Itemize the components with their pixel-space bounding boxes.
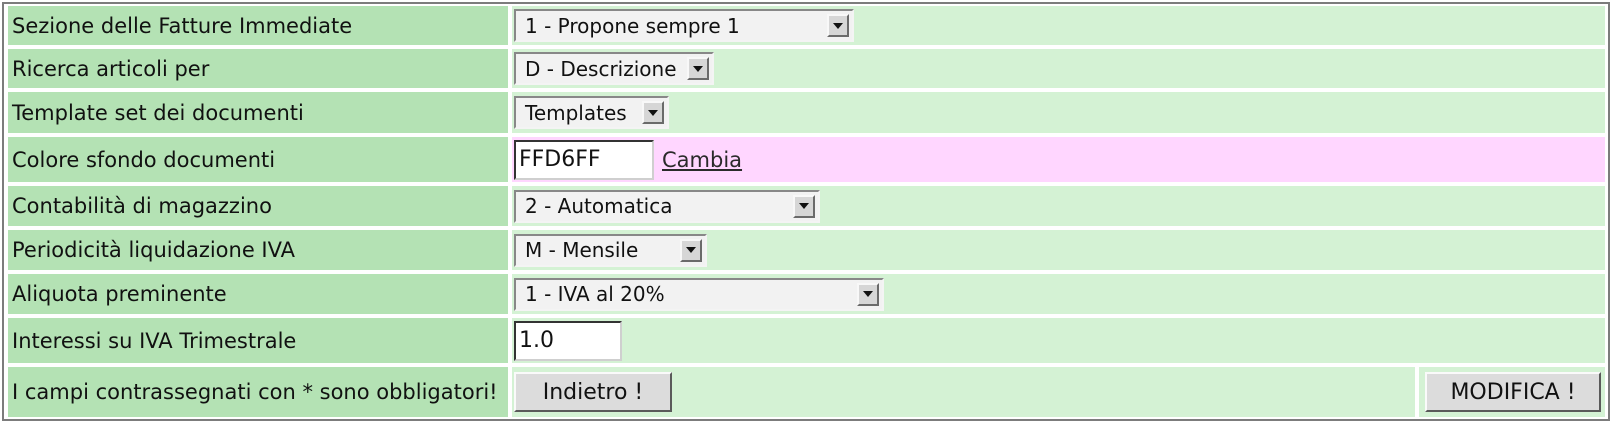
field-label: Contabilità di magazzino: [8, 186, 508, 226]
buttons-cell: Indietro ! MODIFICA !: [512, 367, 1605, 417]
form-footer-row: I campi contrassegnati con * sono obblig…: [8, 367, 1605, 417]
select-value: 1 - Propone sempre 1: [525, 13, 740, 38]
periodicita-iva-select[interactable]: M - Mensile: [514, 233, 707, 267]
chevron-down-icon[interactable]: [857, 282, 879, 306]
select-value: Templates: [525, 100, 627, 125]
row-contabilita-magazzino: Contabilità di magazzino 2 - Automatica: [8, 186, 1605, 226]
interessi-iva-input[interactable]: [514, 320, 622, 361]
value-cell: [512, 318, 1605, 363]
value-cell: 1 - IVA al 20%: [512, 274, 1605, 314]
row-colore-sfondo: Colore sfondo documenti Cambia: [8, 137, 1605, 182]
settings-form: Sezione delle Fatture Immediate 1 - Prop…: [2, 2, 1610, 421]
row-interessi-iva: Interessi su IVA Trimestrale: [8, 318, 1605, 363]
field-label: Periodicità liquidazione IVA: [8, 230, 508, 270]
field-label: Sezione delle Fatture Immediate: [8, 6, 508, 45]
chevron-down-icon[interactable]: [642, 101, 664, 124]
field-label: Interessi su IVA Trimestrale: [8, 318, 508, 363]
value-cell: 2 - Automatica: [512, 186, 1605, 226]
submit-button-cell: MODIFICA !: [1419, 367, 1605, 417]
row-periodicita-iva: Periodicità liquidazione IVA M - Mensile: [8, 230, 1605, 270]
contabilita-magazzino-select[interactable]: 2 - Automatica: [514, 189, 820, 223]
select-value: D - Descrizione: [525, 56, 677, 81]
chevron-down-icon[interactable]: [687, 57, 709, 80]
field-label: Template set dei documenti: [8, 92, 508, 133]
field-label: Aliquota preminente: [8, 274, 508, 314]
chevron-down-icon[interactable]: [680, 238, 702, 262]
row-sezione-fatture-immediate: Sezione delle Fatture Immediate 1 - Prop…: [8, 6, 1605, 45]
back-button-cell: Indietro !: [512, 367, 1415, 417]
cambia-link[interactable]: Cambia: [662, 148, 742, 172]
select-value: 1 - IVA al 20%: [525, 282, 665, 306]
chevron-down-icon[interactable]: [793, 194, 815, 218]
value-cell: 1 - Propone sempre 1: [512, 6, 1605, 45]
sezione-fatture-select[interactable]: 1 - Propone sempre 1: [514, 9, 854, 42]
value-cell: M - Mensile: [512, 230, 1605, 270]
value-cell: D - Descrizione: [512, 49, 1605, 88]
value-cell: Templates: [512, 92, 1605, 133]
field-label: Ricerca articoli per: [8, 49, 508, 88]
select-value: M - Mensile: [525, 238, 639, 262]
chevron-down-icon[interactable]: [827, 14, 849, 37]
back-button[interactable]: Indietro !: [514, 372, 672, 412]
aliquota-preminente-select[interactable]: 1 - IVA al 20%: [514, 277, 884, 311]
template-set-select[interactable]: Templates: [514, 96, 669, 129]
ricerca-articoli-select[interactable]: D - Descrizione: [514, 52, 714, 85]
value-cell: Cambia: [512, 137, 1605, 182]
row-ricerca-articoli: Ricerca articoli per D - Descrizione: [8, 49, 1605, 88]
select-value: 2 - Automatica: [525, 194, 673, 218]
row-template-set: Template set dei documenti Templates: [8, 92, 1605, 133]
field-label: Colore sfondo documenti: [8, 137, 508, 182]
modifica-button[interactable]: MODIFICA !: [1425, 372, 1601, 412]
required-fields-note: I campi contrassegnati con * sono obblig…: [8, 367, 508, 417]
colore-sfondo-input[interactable]: [514, 139, 654, 180]
row-aliquota-preminente: Aliquota preminente 1 - IVA al 20%: [8, 274, 1605, 314]
